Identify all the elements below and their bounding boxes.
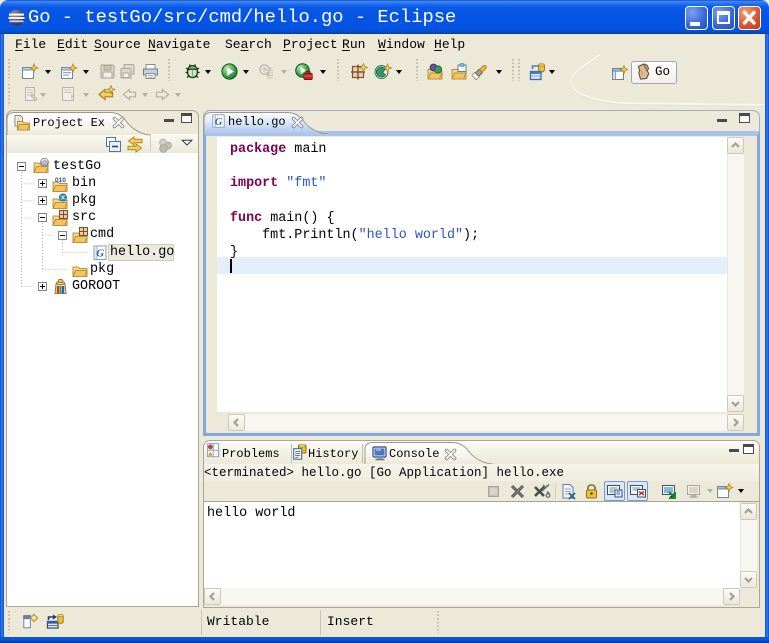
svg-text:G: G	[96, 248, 104, 260]
svg-text:G: G	[215, 117, 223, 128]
svg-text:010: 010	[55, 177, 66, 184]
